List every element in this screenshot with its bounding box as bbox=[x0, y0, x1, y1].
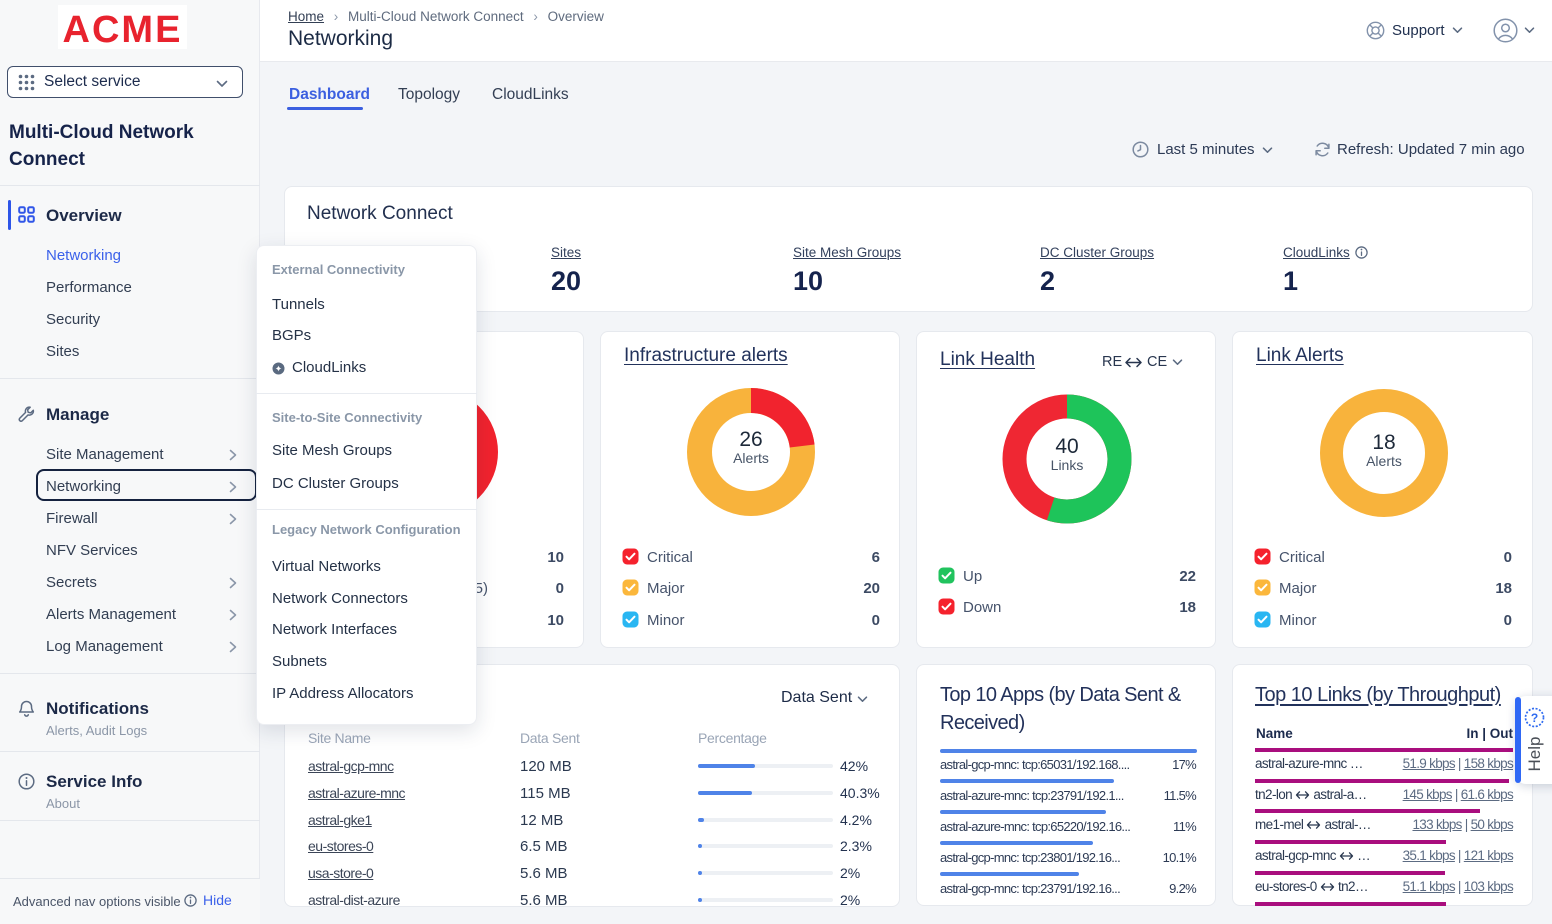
svg-text:?: ? bbox=[1531, 711, 1538, 725]
